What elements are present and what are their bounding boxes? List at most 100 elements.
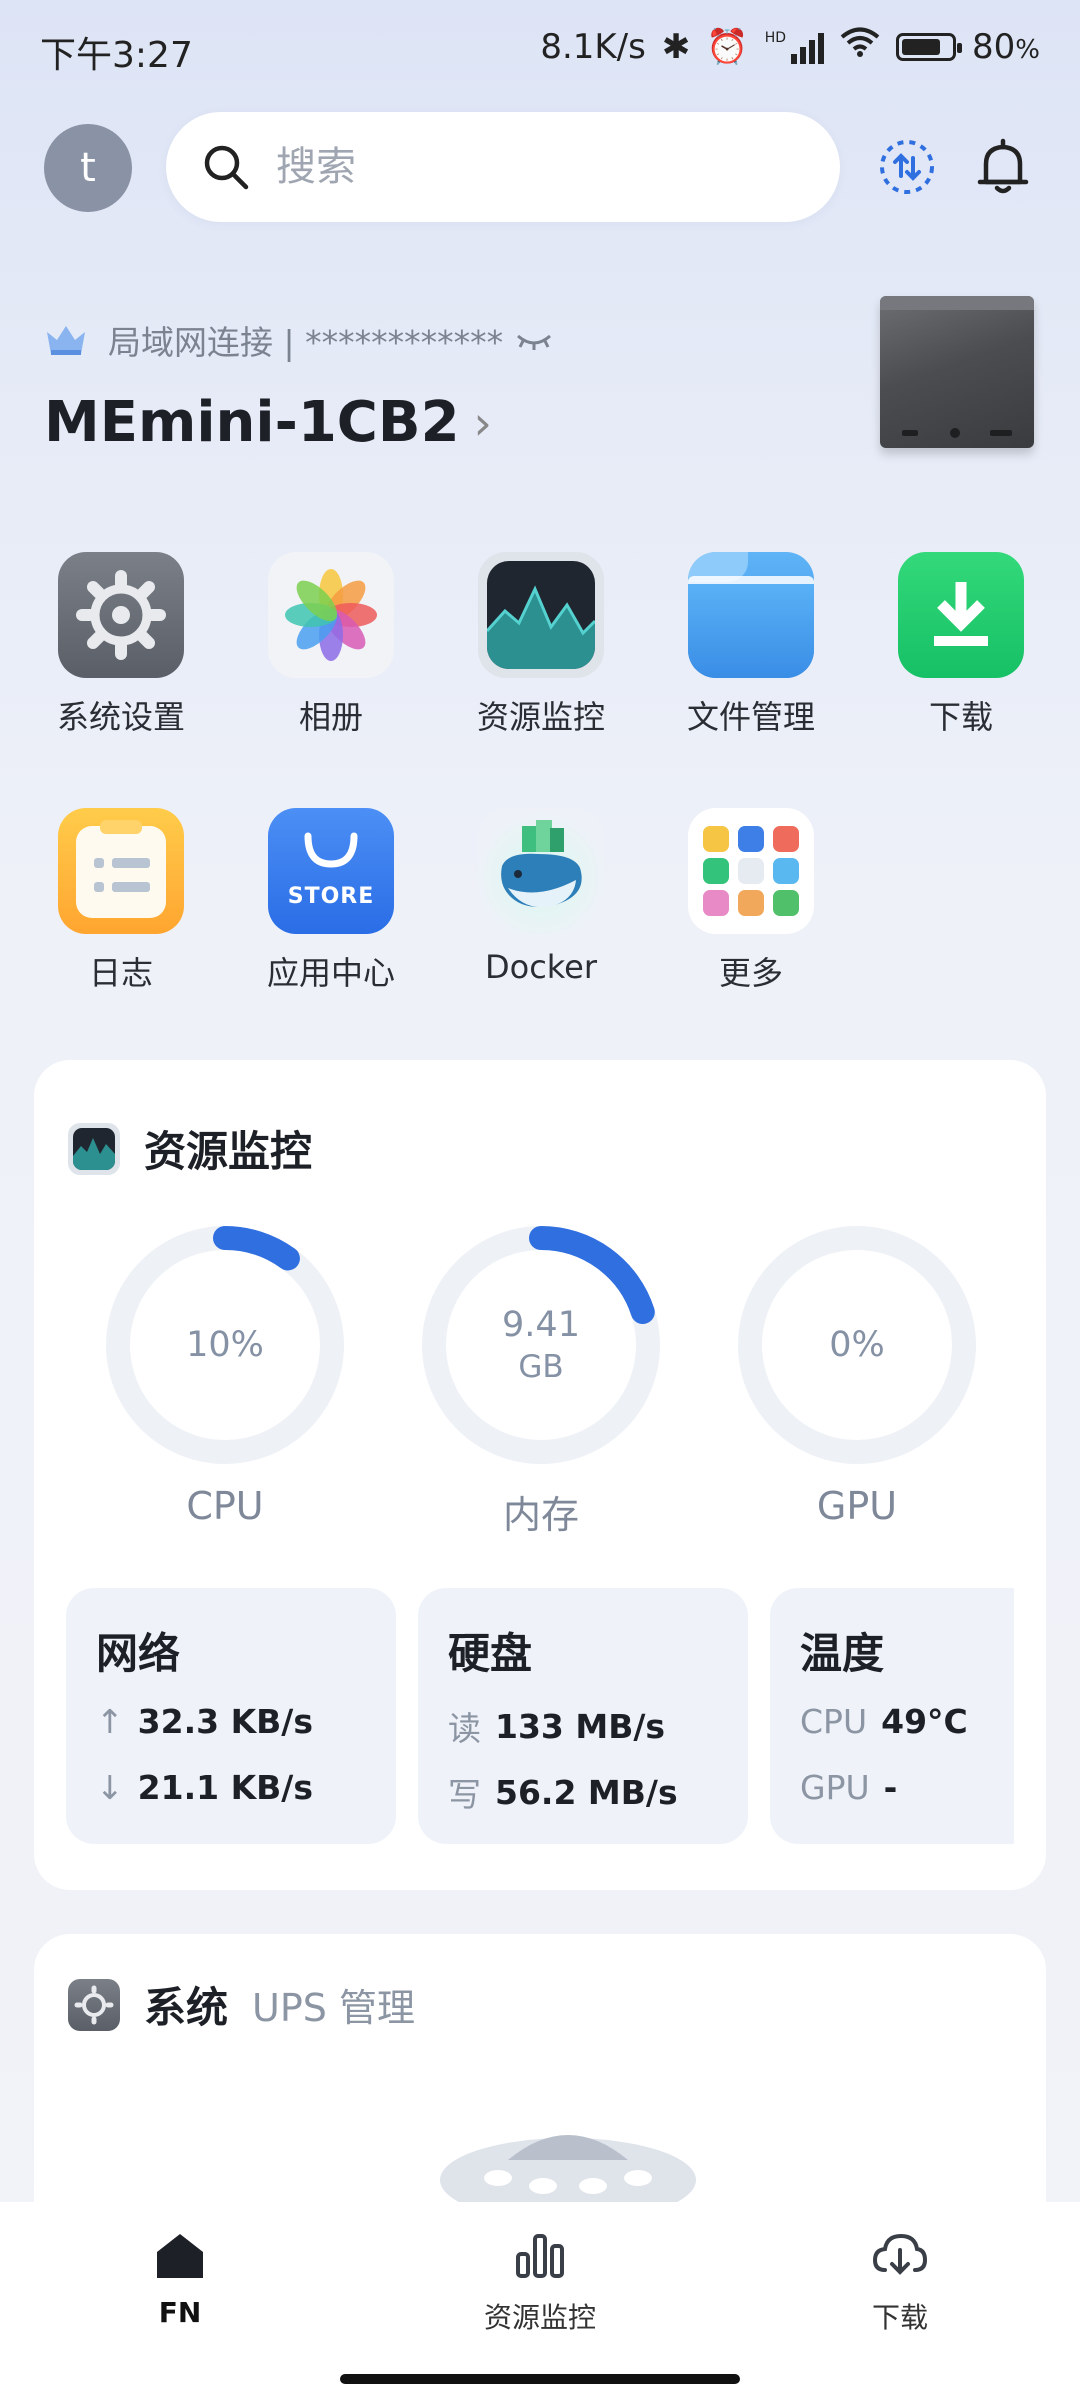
eye-closed-icon[interactable] [515,328,553,352]
gear-icon [68,1978,120,2031]
disk-title: 硬盘 [448,1629,533,1678]
ups-tab[interactable]: UPS 管理 [252,1977,415,2032]
temp-gpu-value: - [883,1768,898,1807]
card-header: 资源监控 [68,1118,312,1179]
memory-gauge-value: 9.41 GB [416,1220,666,1470]
card-title: 资源监控 [144,1127,313,1176]
gesture-bar[interactable] [340,2374,740,2384]
nav-home[interactable]: FN [80,2226,280,2329]
temperature-card[interactable]: 温度 CPU 49°C GPU - [770,1588,1014,1844]
app-file-manager[interactable]: 文件管理 [666,552,836,738]
app-log[interactable]: 日志 [36,808,206,994]
cpu-gauge-value: 10% [100,1220,350,1470]
temp-gpu-row: GPU - [800,1768,897,1807]
monitor-icon [478,552,604,678]
app-download[interactable]: 下载 [876,552,1046,738]
app-label: 更多 [718,954,783,992]
app-label: 应用中心 [266,954,395,992]
app-store[interactable]: STORE 应用中心 [246,808,416,994]
battery-value: 80 [972,26,1016,67]
status-icons: 8.1K/s ✱ ⏰ HD 80% [540,26,1040,67]
bell-icon[interactable] [972,136,1034,198]
app-photos[interactable]: 相册 [246,552,416,738]
search-bar[interactable] [166,112,840,222]
app-docker[interactable]: Docker [456,808,626,986]
system-title: 系统 [144,1983,229,2032]
disk-write-row: 写 56.2 MB/s [448,1768,678,1816]
system-card-header: 系统 UPS 管理 [68,1974,415,2035]
bar-chart-icon [516,2234,564,2278]
network-up-value: 32.3 KB/s [137,1702,313,1741]
wifi-icon [840,26,880,67]
app-label: 系统设置 [56,698,185,736]
nav-home-label: FN [158,2296,202,2329]
device-image [880,296,1034,448]
connection-info: 局域网连接 | ************ [44,316,553,364]
network-up-row: ↑ 32.3 KB/s [96,1702,313,1741]
sync-icon[interactable] [876,136,938,198]
cpu-gauge: 10% CPU [100,1220,350,1528]
status-time: 下午3:27 [40,35,193,76]
monitor-icon [68,1122,120,1175]
ufo-illustration [440,2135,696,2210]
connection-text: 局域网连接 | ************ [108,323,504,362]
disk-read-value: 133 MB/s [495,1706,666,1746]
device-name-link[interactable]: MEmini-1CB2 › [44,390,492,455]
app-more[interactable]: 更多 [666,808,836,994]
bottom-nav: FN 资源监控 下载 [0,2202,1080,2400]
chevron-right-icon: › [473,395,492,450]
log-icon [58,808,184,934]
folder-icon [688,552,814,678]
memory-gauge: 9.41 GB 内存 [416,1220,666,1539]
memory-value: 9.41 [502,1305,580,1345]
disk-card[interactable]: 硬盘 读 133 MB/s 写 56.2 MB/s [418,1588,748,1844]
nav-monitor[interactable]: 资源监控 [440,2226,640,2336]
home-icon [157,2234,203,2278]
disk-write-label: 写 [448,1775,481,1814]
more-apps-icon [688,808,814,934]
gpu-gauge: 0% GPU [732,1220,982,1528]
app-label: 日志 [88,954,153,992]
temperature-title: 温度 [800,1629,885,1678]
photos-icon [268,552,394,678]
network-down-row: ↓ 21.1 KB/s [96,1768,313,1807]
search-icon [202,143,250,191]
arrow-up-icon: ↑ [96,1702,124,1741]
docker-icon [478,808,604,934]
status-bar: 下午3:27 8.1K/s ✱ ⏰ HD 80% [0,0,1080,96]
gpu-gauge-value: 0% [732,1220,982,1470]
network-title: 网络 [96,1629,181,1678]
battery-fill [902,38,941,55]
network-down-value: 21.1 KB/s [137,1768,313,1807]
arrow-down-icon: ↓ [96,1768,124,1807]
temp-gpu-label: GPU [800,1768,870,1807]
disk-read-label: 读 [448,1709,481,1748]
network-card[interactable]: 网络 ↑ 32.3 KB/s ↓ 21.1 KB/s [66,1588,396,1844]
temp-cpu-label: CPU [800,1702,868,1741]
memory-label: 内存 [502,1493,579,1537]
cloud-download-icon [872,2233,928,2275]
search-input[interactable] [274,143,798,191]
device-button [950,428,960,438]
nav-download[interactable]: 下载 [800,2226,1000,2336]
nav-download-label: 下载 [871,2301,928,2334]
app-label: 下载 [928,698,993,736]
crown-icon [47,326,85,355]
nav-monitor-label: 资源监控 [483,2301,596,2334]
gpu-value: 0% [829,1325,885,1365]
avatar[interactable]: t [44,124,132,212]
store-icon: STORE [268,808,394,934]
temp-cpu-row: CPU 49°C [800,1702,968,1741]
app-system-settings[interactable]: 系统设置 [36,552,206,738]
battery-icon [896,32,963,61]
app-resource-monitor[interactable]: 资源监控 [456,552,626,738]
device-port [902,430,918,436]
net-speed: 8.1K/s [540,26,646,67]
app-label: 相册 [298,698,363,736]
gear-icon [58,552,184,678]
battery-percent: 80% [972,26,1040,67]
disk-read-row: 读 133 MB/s [448,1702,665,1750]
device-name: MEmini-1CB2 [44,390,460,455]
app-label: Docker [484,948,598,986]
hd-badge: HD [764,29,787,46]
